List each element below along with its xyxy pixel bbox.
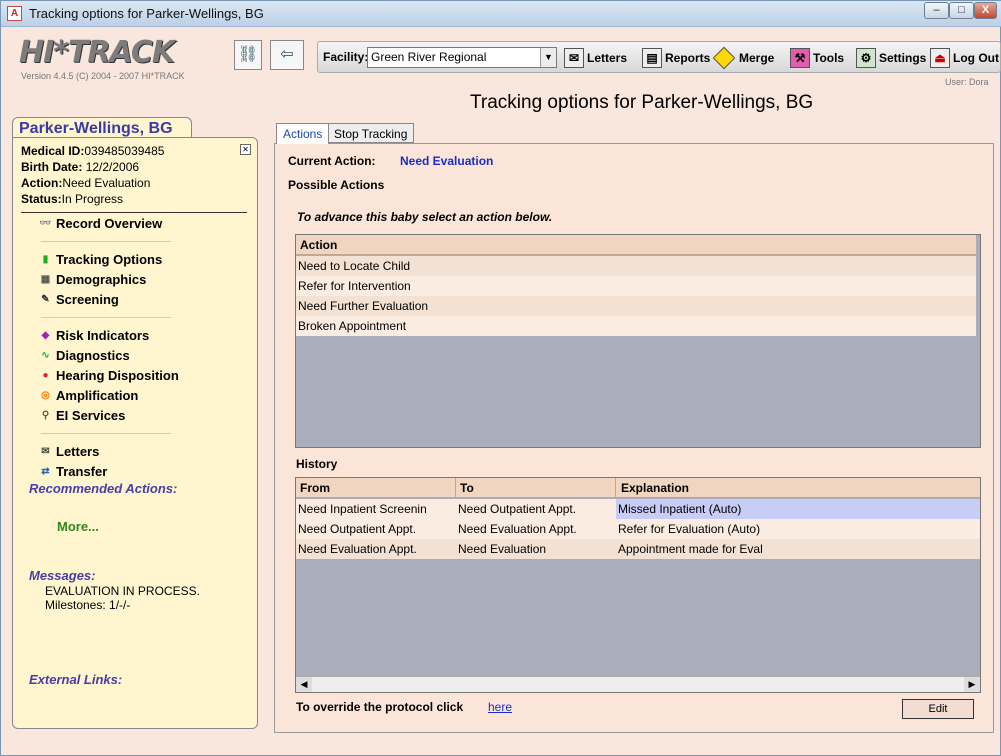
scroll-left-icon[interactable]: ◀ bbox=[296, 677, 312, 692]
possible-actions-label: Possible Actions bbox=[288, 178, 385, 192]
divider bbox=[41, 241, 171, 242]
back-arrow-icon[interactable]: ⇦ bbox=[270, 40, 304, 70]
table-row[interactable]: Need Outpatient Appt. Need Evaluation Ap… bbox=[296, 519, 980, 539]
tools-button[interactable]: ⚒ Tools bbox=[790, 45, 844, 71]
glasses-icon: 👓 bbox=[39, 218, 52, 229]
sidebar-item-transfer[interactable]: ⇄ Transfer bbox=[39, 464, 107, 479]
current-action-value: Need Evaluation bbox=[400, 154, 494, 168]
risk-icon: ◆ bbox=[41, 330, 50, 341]
settings-button[interactable]: ⚙ Settings bbox=[856, 45, 926, 71]
table-row[interactable]: Refer for Intervention bbox=[296, 276, 976, 296]
table-row[interactable]: Need Further Evaluation bbox=[296, 296, 976, 316]
transfer-icon: ⇄ bbox=[41, 466, 50, 477]
divider bbox=[21, 212, 247, 213]
status-row: Status:In Progress bbox=[21, 192, 124, 206]
tab-actions[interactable]: Actions bbox=[276, 123, 330, 144]
current-action-label: Current Action: bbox=[288, 154, 376, 168]
sidebar-item-amplification[interactable]: ◎ Amplification bbox=[39, 388, 138, 403]
sidebar-body: ✕ Medical ID:039485039485 Birth Date: 12… bbox=[12, 137, 258, 729]
version-text: Version 4.4.5 (C) 2004 - 2007 HI*TRACK bbox=[21, 71, 185, 81]
patient-sidebar: Parker-Wellings, BG ✕ Medical ID:0394850… bbox=[12, 117, 258, 729]
facility-value: Green River Regional bbox=[371, 50, 487, 64]
demographics-icon: ▦ bbox=[40, 274, 51, 285]
scroll-right-icon[interactable]: ▶ bbox=[964, 677, 980, 692]
recommended-actions-label: Recommended Actions: bbox=[29, 481, 178, 496]
table-row[interactable]: Need Evaluation Appt. Need Evaluation Ap… bbox=[296, 539, 980, 559]
title-bar: A Tracking options for Parker-Wellings, … bbox=[1, 1, 1001, 27]
message-line: EVALUATION IN PROCESS. bbox=[45, 584, 200, 598]
tab-content: Current Action: Need Evaluation Possible… bbox=[274, 143, 994, 733]
app-window: A Tracking options for Parker-Wellings, … bbox=[0, 0, 1001, 756]
override-text: To override the protocol click bbox=[296, 700, 464, 714]
screening-icon: ✎ bbox=[41, 294, 50, 305]
divider bbox=[41, 433, 171, 434]
facility-label: Facility: bbox=[323, 50, 369, 64]
user-label: User: Dora bbox=[945, 77, 989, 87]
letters-icon: ✉ bbox=[41, 446, 50, 457]
action-row: Action:Need Evaluation bbox=[21, 176, 151, 190]
divider bbox=[41, 317, 171, 318]
close-icon[interactable]: ✕ bbox=[240, 144, 251, 155]
actions-header: Action bbox=[296, 235, 976, 255]
birth-date-row: Birth Date: 12/2/2006 bbox=[21, 160, 140, 174]
history-label: History bbox=[296, 457, 338, 471]
sidebar-item-tracking-options[interactable]: ▮ Tracking Options bbox=[39, 252, 162, 267]
page-title: Tracking options for Parker-Wellings, BG bbox=[470, 92, 814, 113]
override-here-link[interactable]: here bbox=[488, 700, 512, 714]
window-title: Tracking options for Parker-Wellings, BG bbox=[29, 6, 264, 21]
sidebar-item-record-overview[interactable]: 👓 Record Overview bbox=[39, 216, 162, 231]
hearing-icon: ● bbox=[42, 370, 49, 381]
reports-button[interactable]: ▤ Reports bbox=[642, 45, 710, 71]
actions-grid: Action Need to Locate Child Refer for In… bbox=[295, 234, 981, 448]
table-row[interactable]: Broken Appointment bbox=[296, 316, 976, 336]
letter-icon: ✉ bbox=[564, 48, 584, 68]
messages-label: Messages: bbox=[29, 568, 96, 583]
facility-select[interactable]: Green River Regional ▼ bbox=[367, 47, 557, 68]
close-button[interactable]: X bbox=[974, 2, 997, 19]
ei-services-icon: ⚲ bbox=[41, 410, 50, 421]
sidebar-item-screening[interactable]: ✎ Screening bbox=[39, 292, 119, 307]
edit-button[interactable]: Edit bbox=[902, 699, 974, 719]
main-toolbar: Facility: Green River Regional ▼ ✉ Letter… bbox=[317, 41, 1001, 73]
logout-icon: ⏏ bbox=[930, 48, 950, 68]
external-links-label: External Links: bbox=[29, 672, 123, 687]
logout-button[interactable]: ⏏ Log Out bbox=[930, 45, 999, 71]
table-row[interactable]: Need to Locate Child bbox=[296, 256, 976, 276]
merge-icon bbox=[712, 46, 736, 70]
link-icon[interactable]: ⛓ bbox=[234, 40, 262, 70]
chevron-down-icon[interactable]: ▼ bbox=[540, 48, 556, 67]
table-row[interactable]: Need Inpatient Screenin Need Outpatient … bbox=[296, 499, 980, 519]
sidebar-item-demographics[interactable]: ▦ Demographics bbox=[39, 272, 147, 287]
traffic-light-icon: ▮ bbox=[42, 254, 49, 265]
merge-button[interactable]: Merge bbox=[712, 45, 774, 71]
history-header: From To Explanation bbox=[296, 478, 980, 498]
maximize-button[interactable]: □ bbox=[949, 2, 974, 19]
settings-icon: ⚙ bbox=[856, 48, 876, 68]
medical-id-row: Medical ID:039485039485 bbox=[21, 144, 165, 158]
letters-button[interactable]: ✉ Letters bbox=[564, 45, 627, 71]
diagnostics-icon: ∿ bbox=[41, 350, 50, 361]
tab-stop-tracking[interactable]: Stop Tracking bbox=[327, 123, 415, 143]
sidebar-item-risk-indicators[interactable]: ◆ Risk Indicators bbox=[39, 328, 150, 343]
advance-instruction: To advance this baby select an action be… bbox=[297, 210, 553, 224]
sidebar-item-letters[interactable]: ✉ Letters bbox=[39, 444, 99, 459]
more-link[interactable]: More... bbox=[57, 519, 99, 534]
sidebar-item-hearing-disposition[interactable]: ● Hearing Disposition bbox=[39, 368, 178, 383]
reports-icon: ▤ bbox=[642, 48, 662, 68]
horizontal-scrollbar[interactable]: ◀ ▶ bbox=[296, 676, 980, 692]
hitrack-logo: HI*TRACK bbox=[19, 35, 175, 70]
patient-name: Parker-Wellings, BG bbox=[12, 117, 192, 138]
minimize-button[interactable]: – bbox=[924, 2, 949, 19]
app-icon: A bbox=[7, 6, 22, 21]
milestones-line: Milestones: 1/-/- bbox=[45, 598, 131, 612]
tracking-panel: Stop Tracking Current Action: Need Evalu… bbox=[270, 123, 996, 733]
sidebar-item-diagnostics[interactable]: ∿ Diagnostics bbox=[39, 348, 129, 363]
tools-icon: ⚒ bbox=[790, 48, 810, 68]
sidebar-item-ei-services[interactable]: ⚲ EI Services bbox=[39, 408, 126, 423]
amplification-icon: ◎ bbox=[41, 390, 50, 401]
history-grid: From To Explanation Need Inpatient Scree… bbox=[295, 477, 981, 693]
